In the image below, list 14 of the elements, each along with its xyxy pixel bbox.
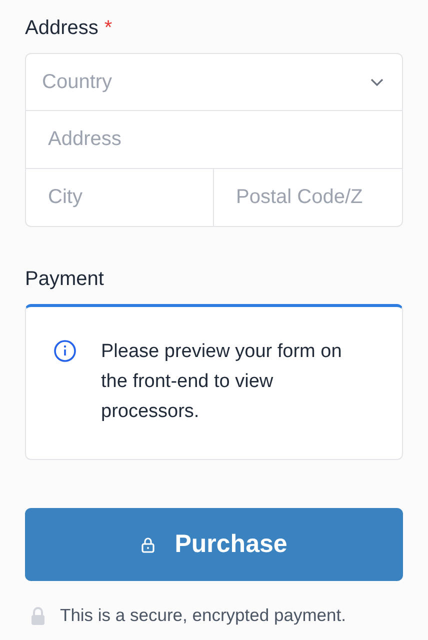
chevron-down-icon (370, 78, 384, 86)
secure-note: This is a secure, encrypted payment. (60, 605, 346, 626)
info-icon (53, 339, 77, 363)
purchase-button[interactable]: Purchase (25, 508, 403, 581)
field-label: Payment (25, 268, 104, 290)
lock-icon (140, 536, 155, 552)
required-asterisk: * (104, 16, 112, 40)
address-field[interactable]: Address (25, 111, 403, 169)
notice-text: Please preview your form on the front-end to view processors. (101, 340, 343, 424)
country-select[interactable]: Country (25, 53, 403, 111)
postal-code-field[interactable]: Postal Code/Z (214, 169, 403, 227)
field-label: Address (25, 16, 98, 40)
lock-icon (31, 606, 45, 624)
city-field[interactable]: City (25, 169, 214, 227)
